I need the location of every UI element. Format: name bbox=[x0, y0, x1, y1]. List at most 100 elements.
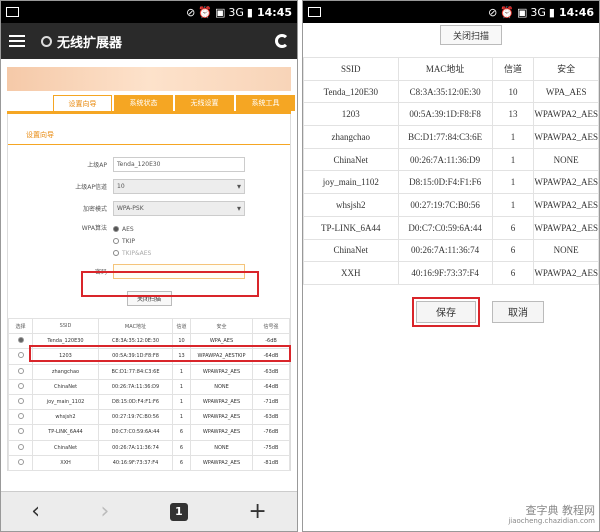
save-highlight-box: 保存 bbox=[412, 296, 480, 327]
close-scan-button[interactable]: 关闭扫描 bbox=[440, 25, 502, 45]
select-radio-cell[interactable] bbox=[8, 439, 33, 456]
blurred-header-banner bbox=[7, 67, 291, 91]
table-row[interactable]: ChinaNet 00:26:7A:11:36:D9 1 NONE -64dB bbox=[8, 378, 290, 395]
security-cell: WPAWPA2_AES bbox=[533, 170, 599, 195]
vibrate-icon: ▣ bbox=[516, 5, 528, 19]
table-row[interactable]: whsjsh2 00:27:19:7C:B0:56 1 WPAWPA2_AES -63d… bbox=[8, 409, 290, 426]
radio-icon[interactable] bbox=[17, 382, 24, 389]
table-row[interactable]: TP-LINK_6A44 D0:C7:C0:59:6A:44 6 WPAWPA2_AE… bbox=[303, 215, 599, 240]
back-arrow-icon[interactable]: ‹ bbox=[31, 499, 40, 524]
table-row[interactable]: zhangchao BC:D1:77:84:C3:6E 1 WPAWPA2_AES -6… bbox=[8, 363, 290, 380]
mac-cell: 00:26:7A:11:36:D9 bbox=[397, 147, 493, 172]
select-radio-cell[interactable] bbox=[8, 378, 33, 395]
app-bar: 无线扩展器 bbox=[1, 23, 297, 59]
tab-wireless-settings[interactable]: 无线设置 bbox=[175, 95, 234, 111]
security-cell: WPAWPA2_AES bbox=[533, 193, 599, 217]
table-row[interactable]: ChinaNet 00:26:7A:11:36:74 6 NONE -75dB bbox=[8, 439, 290, 456]
tab-system-status[interactable]: 系统状态 bbox=[114, 95, 174, 111]
table-row[interactable]: XXH 40:16:9F:73:37:F4 6 WPAWPA2_AES bbox=[303, 261, 599, 285]
radio-icon[interactable] bbox=[17, 443, 24, 450]
radio-icon bbox=[113, 250, 119, 256]
mac-cell: D8:15:0D:F4:F1:F6 bbox=[397, 170, 493, 195]
algo-option-label: TKIP&AES bbox=[122, 249, 152, 257]
channel-cell: 1 bbox=[172, 393, 191, 411]
mac-cell: 00:5A:39:1D:F8:F8 bbox=[397, 102, 493, 127]
security-cell: WPAWPA2_AES bbox=[190, 424, 253, 441]
ap-input[interactable]: Tenda_120E30 bbox=[113, 156, 245, 172]
channel-row: 上级AP信道 10 bbox=[8, 175, 290, 197]
table-row[interactable]: joy_main_1102 D8:15:0D:F4:F1:F6 1 WPAWPA2_A… bbox=[8, 393, 290, 411]
left-phone-screen: ⊘ ⏰ ▣ 3G ▮ 14:45 无线扩展器 设置向导 系统状态 无线设置 系统… bbox=[0, 0, 298, 532]
table-row[interactable]: ChinaNet 00:26:7A:11:36:D9 1 NONE bbox=[303, 147, 599, 172]
radio-icon bbox=[113, 226, 119, 232]
select-radio-cell[interactable] bbox=[8, 424, 33, 441]
channel-cell: 1 bbox=[172, 378, 191, 395]
radio-icon[interactable] bbox=[17, 458, 24, 465]
ssid-cell: ChinaNet bbox=[32, 378, 99, 395]
refresh-icon[interactable] bbox=[275, 34, 289, 48]
table-row[interactable]: Tenda_120E30 C8:3A:35:12:0E:30 10 WPA_AES bbox=[303, 79, 599, 104]
ssid-cell: 1203 bbox=[303, 102, 399, 127]
col-signal: 信号强 bbox=[252, 317, 290, 335]
browser-nav-bar: ‹ › 1 + bbox=[1, 491, 297, 531]
save-button[interactable]: 保存 bbox=[416, 300, 476, 323]
select-radio-cell[interactable] bbox=[8, 454, 33, 471]
security-cell: WPAWPA2_AES bbox=[190, 409, 253, 426]
radio-icon[interactable] bbox=[17, 337, 24, 344]
channel-cell: 1 bbox=[491, 125, 535, 149]
mac-cell: 00:27:19:7C:B0:56 bbox=[397, 193, 493, 217]
col-mac: MAC地址 bbox=[397, 57, 493, 81]
table-row[interactable]: joy_main_1102 D8:15:0D:F4:F1:F6 1 WPAWPA2_A… bbox=[303, 170, 599, 195]
menu-icon[interactable] bbox=[9, 35, 25, 47]
col-select: 选择 bbox=[8, 317, 33, 335]
table-row[interactable]: zhangchao BC:D1:77:84:C3:6E 1 WPAWPA2_AES bbox=[303, 125, 599, 149]
mac-cell: D8:15:0D:F4:F1:F6 bbox=[98, 393, 173, 411]
action-buttons: 保存 取消 bbox=[412, 296, 599, 327]
radio-icon[interactable] bbox=[17, 352, 24, 359]
security-cell: NONE bbox=[190, 439, 253, 456]
mac-cell: C8:3A:35:12:0E:30 bbox=[397, 79, 493, 104]
cancel-button[interactable]: 取消 bbox=[492, 300, 544, 323]
battery-icon: ▮ bbox=[548, 5, 555, 19]
table-row[interactable]: XXH 40:16:9F:73:37:F4 6 WPAWPA2_AES -81dB bbox=[8, 454, 290, 471]
password-highlight-box bbox=[81, 271, 259, 297]
signal-cell: -75dB bbox=[252, 439, 290, 456]
ap-list-table: 选择 SSID MAC地址 信道 安全 信号强 Tenda_120E30 C8:3… bbox=[8, 317, 290, 471]
status-bar: ⊘ ⏰ ▣ 3G ▮ 14:45 bbox=[1, 1, 297, 23]
security-cell: WPAWPA2_AES bbox=[533, 215, 599, 240]
radio-icon[interactable] bbox=[17, 367, 24, 374]
radio-icon[interactable] bbox=[17, 413, 24, 420]
tab-setup-wizard[interactable]: 设置向导 bbox=[53, 95, 113, 111]
channel-cell: 6 bbox=[172, 454, 191, 471]
right-phone-screen: ⊘ ⏰ ▣ 3G ▮ 14:46 关闭扫描 SSID MAC地址 信道 安全 T… bbox=[302, 0, 600, 532]
select-radio-cell[interactable] bbox=[8, 363, 33, 380]
new-tab-plus-icon[interactable]: + bbox=[248, 499, 266, 524]
signal-cell: -63dB bbox=[252, 409, 290, 426]
table-row[interactable]: whsjsh2 00:27:19:7C:B0:56 1 WPAWPA2_AES bbox=[303, 193, 599, 217]
forward-arrow-icon[interactable]: › bbox=[101, 499, 110, 524]
security-cell: WPAWPA2_AES bbox=[533, 261, 599, 285]
encrypt-select[interactable]: WPA-PSK bbox=[113, 200, 245, 216]
select-radio-cell[interactable] bbox=[8, 393, 33, 411]
table-row[interactable]: TP-LINK_6A44 D0:C7:C0:59:6A:44 6 WPAWPA2_AE… bbox=[8, 424, 290, 441]
encrypt-row: 加密模式 WPA-PSK bbox=[8, 197, 290, 219]
tabs-count-button[interactable]: 1 bbox=[169, 502, 188, 521]
table-row[interactable]: ChinaNet 00:26:7A:11:36:74 6 NONE bbox=[303, 238, 599, 263]
mac-cell: 40:16:9F:73:37:F4 bbox=[397, 261, 493, 285]
mac-cell: 00:26:7A:11:36:74 bbox=[98, 439, 173, 456]
channel-label: 上级AP信道 bbox=[75, 183, 107, 191]
channel-select[interactable]: 10 bbox=[113, 178, 245, 194]
clock: 14:45 bbox=[256, 5, 292, 19]
algo-radio-aes[interactable]: AES bbox=[113, 223, 151, 235]
table-row[interactable]: 1203 00:5A:39:1D:F8:F8 13 WPAWPA2_AES bbox=[303, 102, 599, 127]
security-cell: NONE bbox=[190, 378, 253, 395]
tab-system-tools[interactable]: 系统工具 bbox=[236, 95, 295, 111]
radio-icon[interactable] bbox=[17, 428, 24, 435]
col-channel: 信道 bbox=[491, 57, 535, 81]
security-cell: NONE bbox=[533, 238, 599, 263]
ssid-cell: joy_main_1102 bbox=[303, 170, 399, 195]
radio-icon[interactable] bbox=[17, 398, 24, 405]
algo-radio-tkip-aes[interactable]: TKIP&AES bbox=[113, 247, 151, 259]
algo-radio-tkip[interactable]: TKIP bbox=[113, 235, 151, 247]
select-radio-cell[interactable] bbox=[8, 409, 33, 426]
